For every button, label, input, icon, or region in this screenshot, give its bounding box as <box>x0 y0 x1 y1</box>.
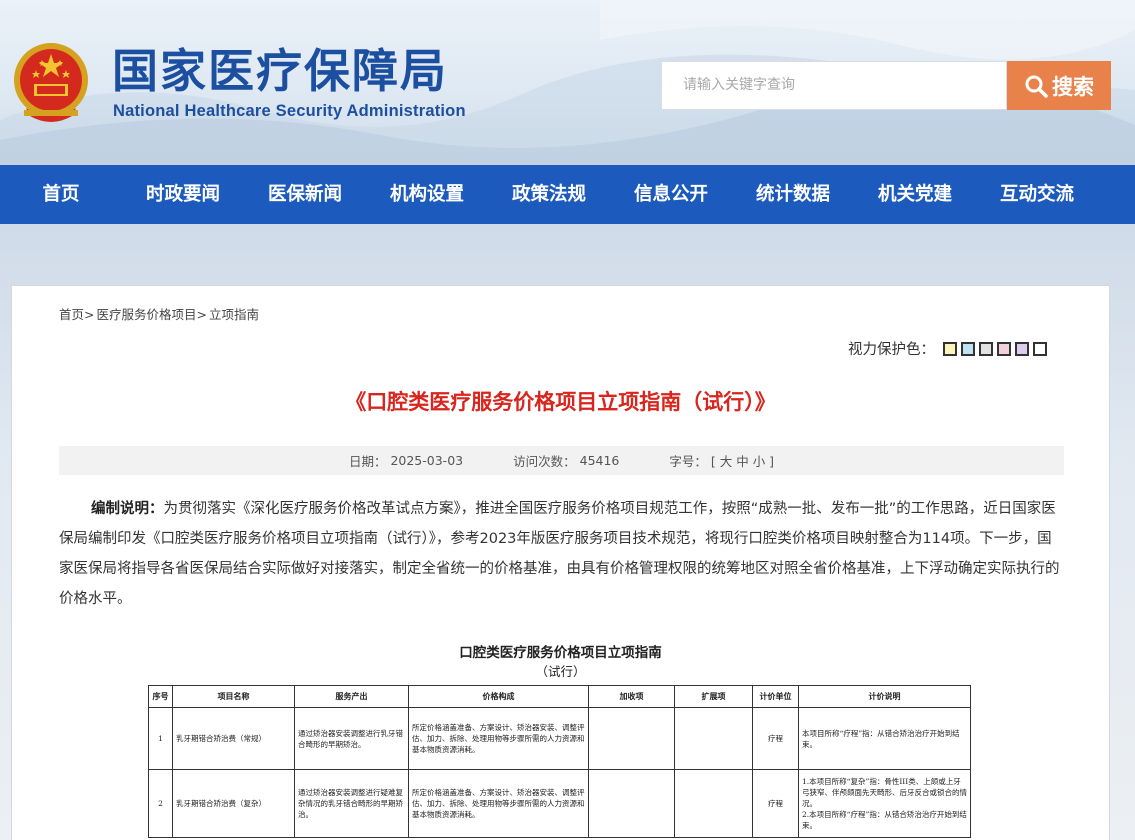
intro-bold-label: 编制说明： <box>91 501 164 517</box>
logo-english-title[interactable]: National Healthcare Security Administrat… <box>113 102 466 121</box>
cell-note: 1.本项目所称“复杂”指：骨性III类、上颌或上牙弓狭窄、伴颅颌面先天畸形、后牙… <box>798 769 971 838</box>
nav-item-organization[interactable]: 机构设置 <box>366 165 488 224</box>
article-intro: 编制说明：为贯彻落实《深化医疗服务价格改革试点方案》，推进全国医疗服务价格项目规… <box>59 494 1064 614</box>
color-swatch-gray[interactable] <box>979 341 993 356</box>
cell-unit: 疗程 <box>752 769 799 838</box>
color-swatch-pink[interactable] <box>997 341 1011 356</box>
logo-chinese-title[interactable]: 国家医疗保障局 <box>112 44 448 98</box>
cell-composition: 所定价格涵盖准备、方案设计、矫治器安装、调整评估、加力、拆除、处理用物等步骤所需… <box>408 707 589 770</box>
cell-note: 本项目所称“疗程”指：从错合矫治治疗开始到结束。 <box>798 707 971 770</box>
date-value: 2025-03-03 <box>390 453 464 468</box>
cell-no: 1 <box>148 707 173 770</box>
cell-name: 乳牙期错合矫治费（常规） <box>172 707 295 770</box>
color-swatch-yellow[interactable] <box>943 341 957 356</box>
document-subtitle: （试行） <box>535 664 586 679</box>
cell-composition: 所定价格涵盖准备、方案设计、矫治器安装、调整评估、加力、拆除、处理用物等步骤所需… <box>408 769 589 838</box>
nav-item-insurance-news[interactable]: 医保新闻 <box>244 165 366 224</box>
table-row: 1 乳牙期错合矫治费（常规） 通过矫治器安装调整进行乳牙错合畸形的早期矫治。 所… <box>148 707 971 770</box>
site-header: 国家医疗保障局 National Healthcare Security Adm… <box>0 0 1135 165</box>
col-header-note: 计价说明 <box>798 685 971 708</box>
col-header-extension: 扩展项 <box>674 685 753 708</box>
font-size-options[interactable]: [ 大 中 小 ] <box>711 451 774 470</box>
main-nav: 首页 时政要闻 医保新闻 机构设置 政策法规 信息公开 统计数据 机关党建 互动… <box>0 165 1135 224</box>
color-swatch-blue[interactable] <box>961 341 975 356</box>
col-header-name: 项目名称 <box>172 685 295 708</box>
nav-item-info-disclosure[interactable]: 信息公开 <box>610 165 732 224</box>
eye-protect-label: 视力保护色： <box>848 342 935 358</box>
search-icon <box>1025 75 1048 98</box>
search-button[interactable]: 搜索 <box>1007 61 1111 110</box>
search-input[interactable]: 请输入关键字查询 <box>661 61 1007 110</box>
col-header-no: 序号 <box>148 685 173 708</box>
date-label: 日期： <box>348 454 387 469</box>
article-title: 《口腔类医疗服务价格项目立项指南（试行）》 <box>345 390 776 414</box>
nav-item-politics-news[interactable]: 时政要闻 <box>122 165 244 224</box>
nav-item-party-building[interactable]: 机关党建 <box>854 165 976 224</box>
breadcrumb: 首页> 医疗服务价格项目> 立项指南 <box>59 304 259 323</box>
visits-label: 访问次数： <box>513 454 576 469</box>
cell-addon <box>588 769 675 838</box>
table-row: 2 乳牙期错合矫治费（复杂） 通过矫治器安装调整进行疑难复杂情况的乳牙错合畸形的… <box>148 769 971 838</box>
cell-output: 通过矫治器安装调整进行乳牙错合畸形的早期矫治。 <box>294 707 409 770</box>
font-size-label: 字号： <box>669 454 707 469</box>
guide-table: 序号 项目名称 服务产出 价格构成 加收项 扩展项 计价单位 计价说明 1 乳牙… <box>148 685 971 838</box>
cell-no: 2 <box>148 769 173 838</box>
article-panel: 首页> 医疗服务价格项目> 立项指南 视力保护色： 《口腔类医疗服务价格项目立项… <box>11 285 1110 840</box>
cell-unit: 疗程 <box>752 707 799 770</box>
visits-value: 45416 <box>579 453 620 468</box>
cell-output: 通过矫治器安装调整进行疑难复杂情况的乳牙错合畸形的早期矫治。 <box>294 769 409 838</box>
color-swatch-white[interactable] <box>1033 341 1047 356</box>
cell-name: 乳牙期错合矫治费（复杂） <box>172 769 295 838</box>
nav-item-statistics[interactable]: 统计数据 <box>732 165 854 224</box>
eye-protect-color-picker: 视力保护色： <box>848 338 1047 359</box>
intro-text: 为贯彻落实《深化医疗服务价格改革试点方案》，推进全国医疗服务价格项目规范工作，按… <box>59 501 1060 607</box>
document-title: 口腔类医疗服务价格项目立项指南 <box>459 645 662 661</box>
breadcrumb-guide[interactable]: 立项指南 <box>209 304 259 323</box>
search-button-label: 搜索 <box>1052 74 1094 99</box>
article-meta-bar: 日期： 2025-03-03 访问次数： 45416 字号： [ 大 中 小 ] <box>59 446 1064 475</box>
col-header-unit: 计价单位 <box>752 685 799 708</box>
national-emblem-icon[interactable] <box>12 40 90 124</box>
nav-item-policies[interactable]: 政策法规 <box>488 165 610 224</box>
breadcrumb-price-items[interactable]: 医疗服务价格项目> <box>96 304 206 323</box>
nav-item-interaction[interactable]: 互动交流 <box>976 165 1098 224</box>
nav-item-home[interactable]: 首页 <box>0 165 122 224</box>
cell-extension <box>674 769 753 838</box>
cell-extension <box>674 707 753 770</box>
col-header-composition: 价格构成 <box>408 685 589 708</box>
col-header-output: 服务产出 <box>294 685 409 708</box>
color-swatch-purple[interactable] <box>1015 341 1029 356</box>
col-header-addon: 加收项 <box>588 685 675 708</box>
table-header-row: 序号 项目名称 服务产出 价格构成 加收项 扩展项 计价单位 计价说明 <box>148 685 971 708</box>
cell-addon <box>588 707 675 770</box>
breadcrumb-home[interactable]: 首页> <box>59 304 94 323</box>
